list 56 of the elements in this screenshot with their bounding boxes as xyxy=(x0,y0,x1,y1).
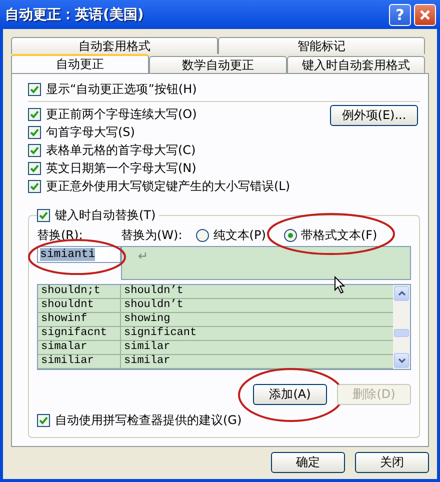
tab[interactable]: 键入时自动套用格式 xyxy=(287,56,425,73)
replacement-list[interactable]: shouldn;t shouldn’t shouldnt shouldn’t showinf showing signifacnt significant simalar similar similiar similar xyxy=(37,284,411,370)
checkbox-label: 键入时自动替换(T) xyxy=(55,206,156,224)
checkbox-label: 表格单元格的首字母大写(C) xyxy=(46,142,196,158)
scrollbar[interactable] xyxy=(393,285,410,369)
scroll-down-button[interactable] xyxy=(394,353,409,368)
radio-label: 带格式文本(F) xyxy=(300,226,378,244)
checkbox[interactable] xyxy=(28,82,41,96)
checkbox[interactable] xyxy=(28,180,41,192)
table-cell: shouldnt xyxy=(38,299,121,312)
checkbox[interactable] xyxy=(37,414,50,426)
checkbox[interactable] xyxy=(37,208,50,222)
checkbox-label: 自动使用拼写检查器提供的建议(G) xyxy=(55,412,242,428)
exceptions-button[interactable]: 例外项(E)... xyxy=(330,105,418,126)
checkbox[interactable] xyxy=(28,162,41,174)
window-title: 自动更正：英语(美国) xyxy=(5,6,145,24)
radio-label: 纯文本(P) xyxy=(213,226,266,244)
add-button[interactable]: 添加(A) xyxy=(253,384,327,405)
table-cell-text: similar xyxy=(123,355,172,368)
replace-with-label: 替换为(W): xyxy=(121,226,182,244)
scroll-thumb[interactable] xyxy=(394,328,409,337)
checkbox-label: 更正前两个字母连续大写(O) xyxy=(46,106,197,122)
table-cell: simalar xyxy=(38,341,121,354)
table-cell-text: shouldn’t xyxy=(123,285,184,298)
table-cell: showinf xyxy=(38,313,121,326)
replace-field[interactable]: simianti xyxy=(37,246,121,263)
dialog-button[interactable]: 关闭 xyxy=(355,452,429,473)
close-button[interactable] xyxy=(414,4,436,26)
replace-label: 替换(R): xyxy=(37,226,84,244)
tab[interactable]: 数学自动更正 xyxy=(149,56,287,73)
up-caret-icon xyxy=(398,291,406,296)
table-cell: signifacnt xyxy=(38,327,121,340)
table-cell-text: similar xyxy=(123,341,172,354)
checkbox-label: 更正意外使用大写锁定键产生的大小写错误(L) xyxy=(46,178,290,194)
checkbox-label: 英文日期第一个字母大写(N) xyxy=(46,160,196,176)
radio-button[interactable] xyxy=(284,228,297,242)
tab[interactable]: 自动套用格式 xyxy=(11,37,218,54)
checkbox[interactable] xyxy=(28,126,41,138)
scroll-up-button[interactable] xyxy=(394,286,409,301)
checkbox-label: 显示“自动更正选项”按钮(H) xyxy=(46,80,197,98)
table-cell: similiar xyxy=(38,355,121,368)
mouse-pointer-icon xyxy=(334,276,346,294)
table-cell-text: shouldn’t xyxy=(123,299,184,312)
checkbox-label: 句首字母大写(S) xyxy=(46,124,135,140)
checkbox[interactable] xyxy=(28,144,41,156)
table-cell-text: significant xyxy=(123,327,198,340)
close-icon xyxy=(419,8,431,20)
table-cell-text: showing xyxy=(123,313,172,326)
checkbox[interactable] xyxy=(28,108,41,120)
help-button[interactable]: ? xyxy=(389,4,411,26)
down-caret-icon xyxy=(398,358,406,363)
table-cell: shouldn;t xyxy=(38,285,121,298)
tab[interactable]: 智能标记 xyxy=(218,37,425,54)
tab[interactable]: 自动更正 xyxy=(11,54,149,73)
dialog-button[interactable]: 确定 xyxy=(271,452,345,473)
radio-button[interactable] xyxy=(196,228,210,242)
